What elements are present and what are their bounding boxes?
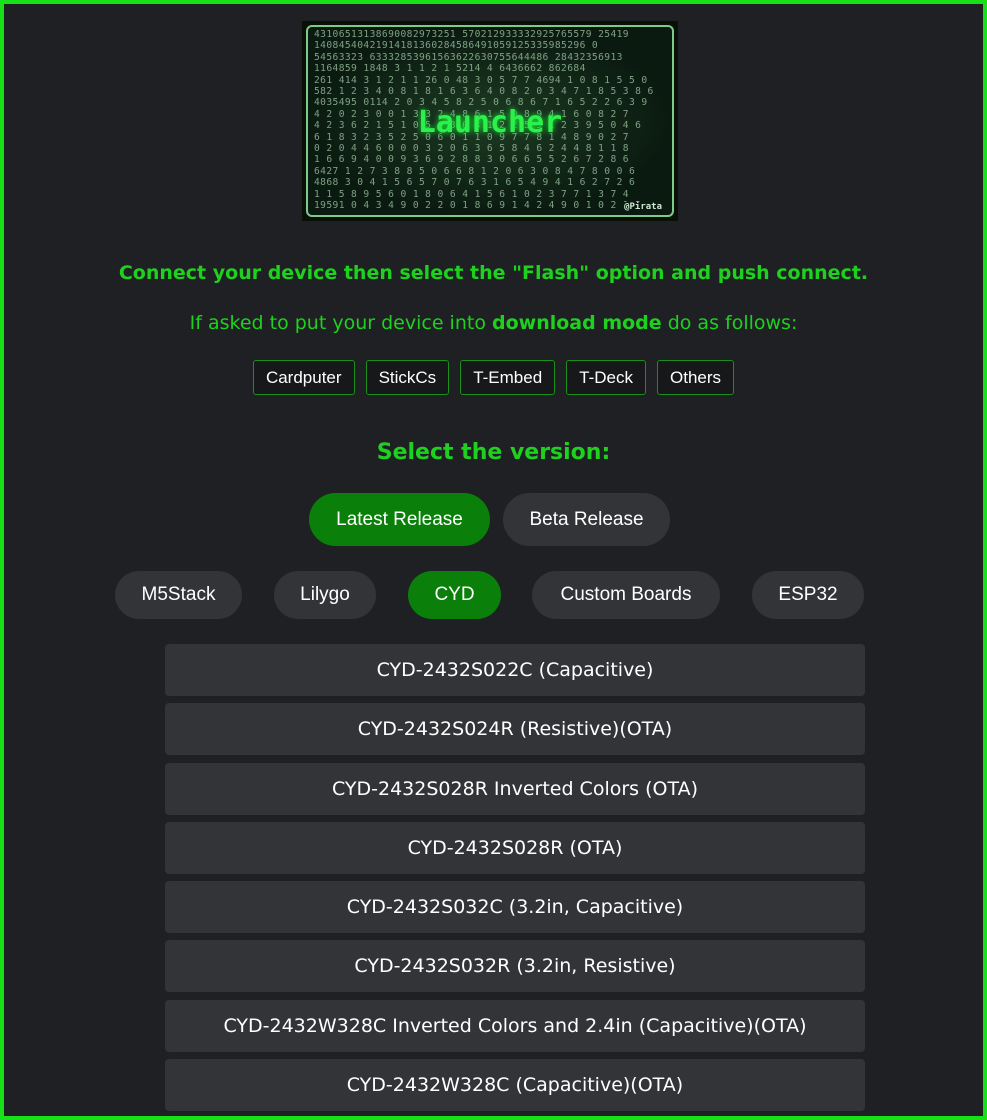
tab-cyd[interactable]: CYD	[408, 571, 501, 619]
board-list: CYD-2432S022C (Capacitive) CYD-2432S024R…	[165, 644, 865, 1118]
tab-lilygo[interactable]: Lilygo	[274, 571, 376, 619]
select-version-title: Select the version:	[376, 440, 611, 465]
download-mode-text-before: If asked to put your device into	[189, 312, 492, 334]
device-buttons: Cardputer StickCs T-Embed T-Deck Others	[0, 360, 987, 395]
latest-release-button[interactable]: Latest Release	[309, 493, 490, 546]
board-item[interactable]: CYD-2432S032R (3.2in, Resistive)	[165, 940, 865, 993]
device-button-cardputer[interactable]: Cardputer	[252, 360, 355, 395]
download-mode-text-after: do as follows:	[661, 312, 798, 334]
logo-author-tag: @Pirata	[622, 202, 664, 212]
tab-m5stack[interactable]: M5Stack	[115, 571, 242, 619]
download-mode-text-bold: download mode	[491, 312, 662, 334]
board-item[interactable]: CYD-2432W328C (Capacitive)(OTA)	[165, 1059, 865, 1112]
device-button-t-deck[interactable]: T-Deck	[566, 360, 647, 395]
download-mode-instructions: If asked to put your device into downloa…	[4, 312, 983, 334]
device-button-others[interactable]: Others	[657, 360, 735, 395]
beta-release-button[interactable]: Beta Release	[503, 493, 670, 546]
board-item[interactable]: CYD-2432S028R Inverted Colors (OTA)	[165, 762, 865, 815]
tab-esp32[interactable]: ESP32	[752, 571, 864, 619]
board-item[interactable]: CYD-2432W328C Inverted Colors and 2.4in …	[165, 999, 865, 1052]
board-item[interactable]: CYD-2432S028R (OTA)	[165, 821, 865, 874]
launcher-logo: 43106513138690082973251 5702129333329257…	[302, 21, 678, 221]
device-button-t-embed[interactable]: T-Embed	[460, 360, 556, 395]
board-item[interactable]: CYD-2432S024R (Resistive)(OTA)	[165, 703, 865, 756]
board-item[interactable]: CYD-2432S022C (Capacitive)	[165, 644, 865, 696]
logo-screen: 43106513138690082973251 5702129333329257…	[306, 25, 674, 217]
device-button-stickcs[interactable]: StickCs	[365, 360, 450, 395]
board-item[interactable]: CYD-2432S032C (3.2in, Capacitive)	[165, 881, 865, 934]
connect-instructions: Connect your device then select the "Fla…	[118, 262, 869, 284]
logo-title: Launcher	[417, 105, 563, 140]
tab-custom-boards[interactable]: Custom Boards	[532, 571, 720, 619]
